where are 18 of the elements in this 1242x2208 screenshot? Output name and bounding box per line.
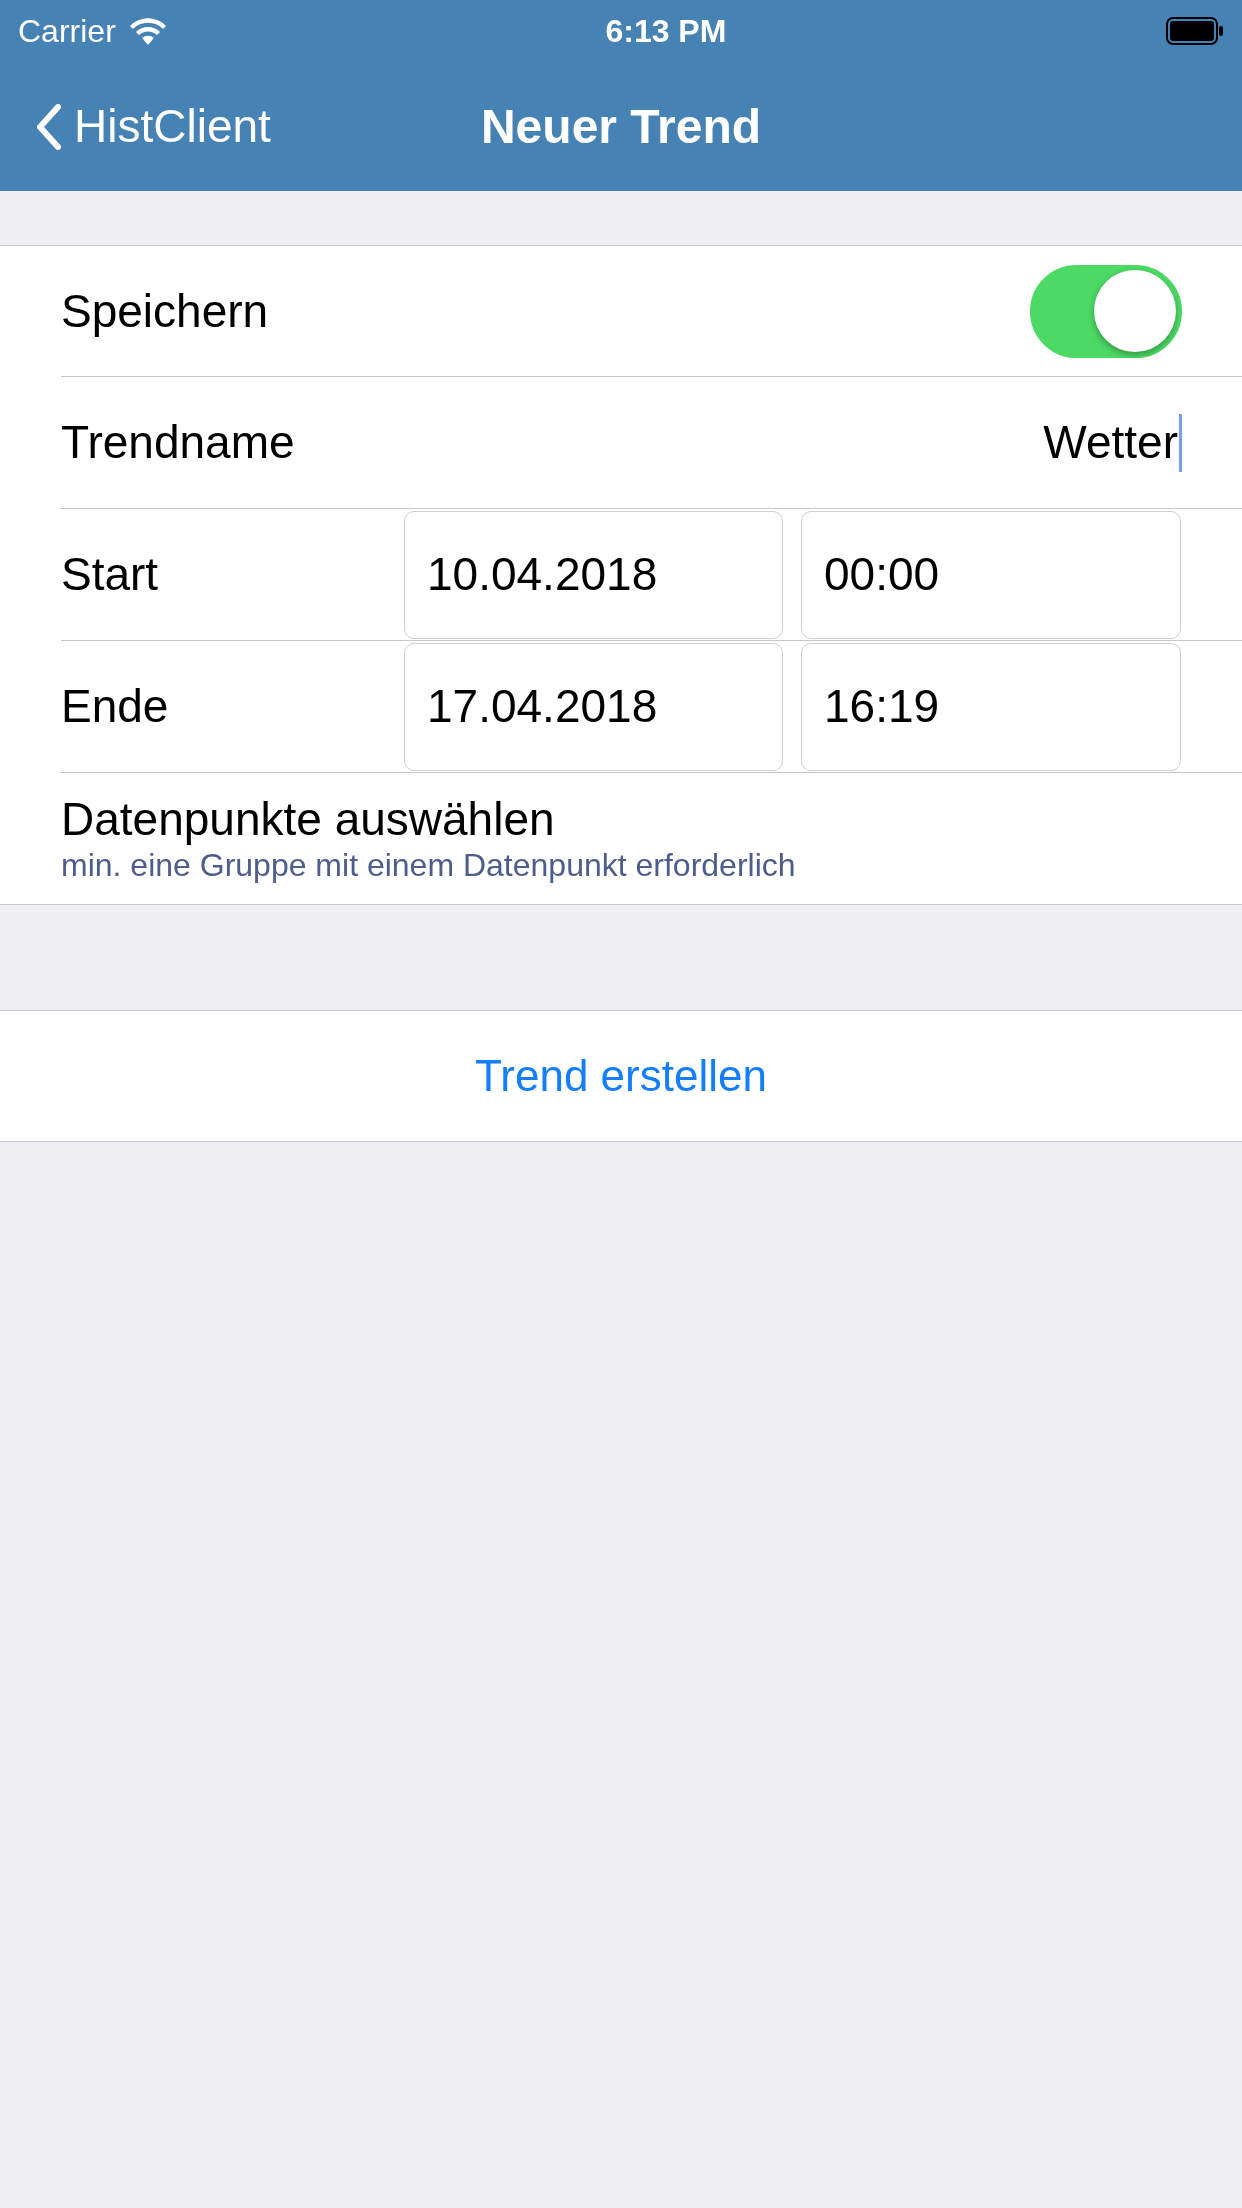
time-field[interactable]: 16:19 — [801, 642, 1181, 771]
wifi-icon — [129, 17, 166, 45]
date-field[interactable]: 10.04.2018 — [404, 510, 783, 639]
back-chevron-icon — [36, 103, 62, 150]
datapoints-row[interactable]: Datenpunkte auswählen min. eine Gruppe mit einem Datenpunkt erforderlich — [61, 773, 1242, 904]
battery-icon — [1166, 17, 1224, 45]
clock-label: 6:13 PM — [605, 12, 727, 51]
carrier-label: Carrier — [18, 12, 116, 51]
back-button[interactable]: HistClient — [0, 92, 271, 161]
trendname-label: Trendname — [61, 415, 295, 470]
range-label: Ende — [61, 679, 170, 734]
screen-title: Neuer Trend — [480, 98, 762, 155]
time-field[interactable]: 00:00 — [801, 510, 1181, 639]
create-trend-button[interactable]: Trend erstellen — [475, 1043, 767, 1109]
save-label: Speichern — [61, 283, 269, 339]
range-label: Start — [61, 547, 160, 602]
date-field[interactable]: 17.04.2018 — [404, 642, 783, 771]
trendname-field[interactable]: Wetter — [1043, 408, 1242, 477]
